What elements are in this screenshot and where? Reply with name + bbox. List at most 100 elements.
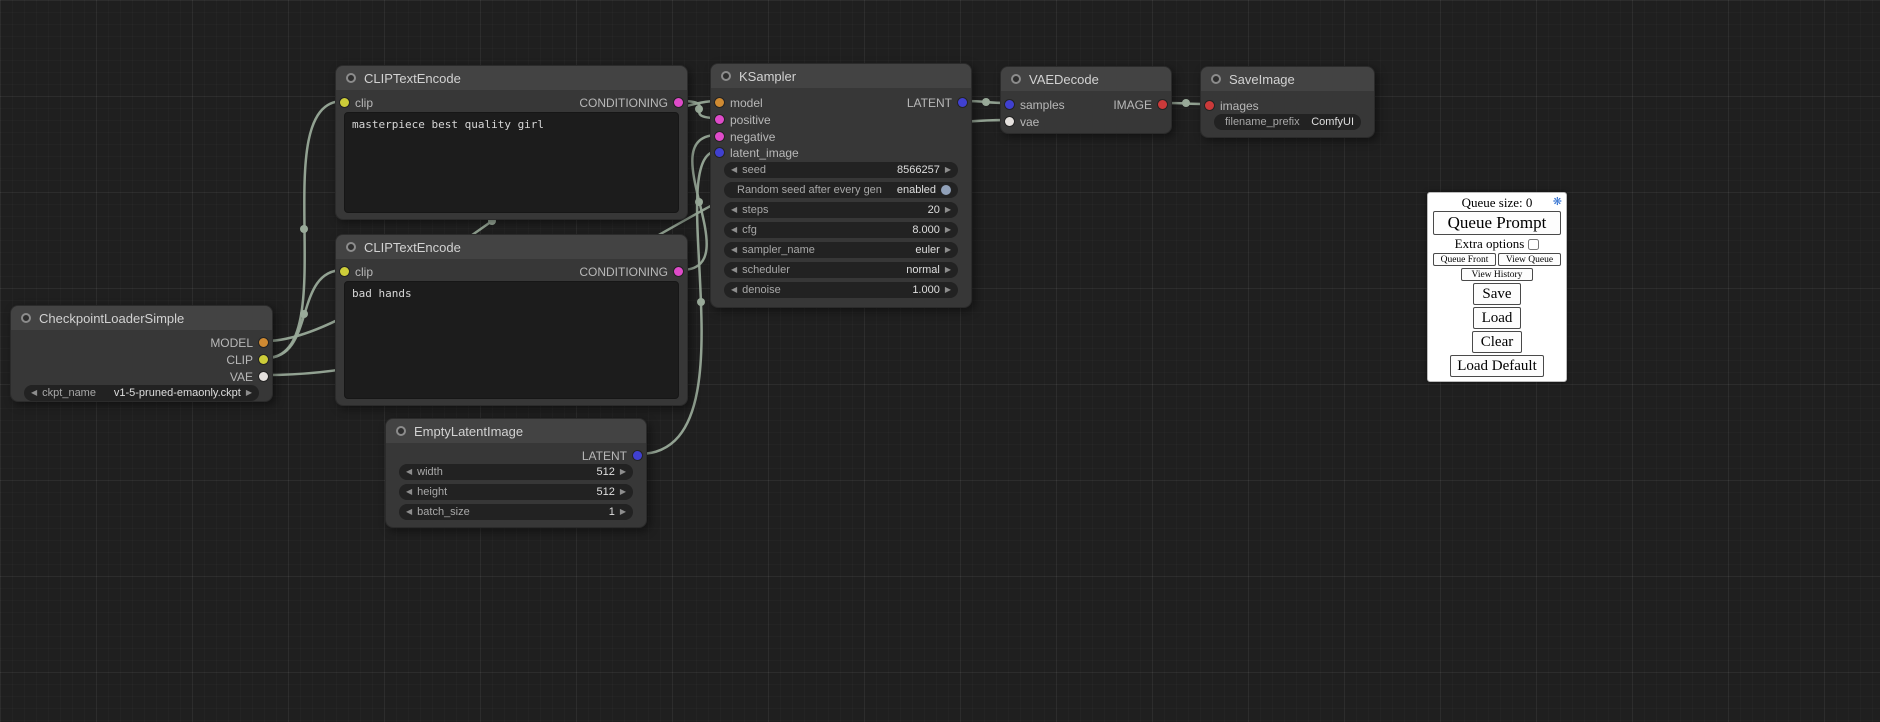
input-model[interactable]: model [715, 94, 763, 111]
denoise-widget[interactable]: ◀ denoise 1.000 ▶ [724, 282, 958, 298]
input-samples[interactable]: samples [1005, 96, 1065, 113]
increment-arrow-icon[interactable]: ▶ [945, 246, 951, 254]
cfg-widget[interactable]: ◀ cfg 8.000 ▶ [724, 222, 958, 238]
decrement-arrow-icon[interactable]: ◀ [731, 226, 737, 234]
steps-widget[interactable]: ◀ steps 20 ▶ [724, 202, 958, 218]
decrement-arrow-icon[interactable]: ◀ [731, 166, 737, 174]
prompt-textarea[interactable]: bad hands [344, 281, 679, 399]
conditioning-port-dot[interactable] [674, 267, 683, 276]
image-port-dot[interactable] [1205, 101, 1214, 110]
input-clip[interactable]: clip [340, 263, 373, 280]
node-checkpointloadersimple[interactable]: CheckpointLoaderSimple MODEL CLIP VAE ◀ … [10, 305, 273, 402]
decrement-arrow-icon[interactable]: ◀ [731, 266, 737, 274]
conditioning-port-dot[interactable] [674, 98, 683, 107]
conditioning-port-dot[interactable] [715, 132, 724, 141]
decrement-arrow-icon[interactable]: ◀ [731, 286, 737, 294]
node-cliptextencode-positive[interactable]: CLIPTextEncode clip CONDITIONING masterp… [335, 65, 688, 220]
filename-prefix-widget[interactable]: filename_prefix ComfyUI [1214, 114, 1361, 130]
view-queue-button[interactable]: View Queue [1498, 253, 1561, 266]
node-title-bar[interactable]: CheckpointLoaderSimple [11, 306, 272, 330]
increment-arrow-icon[interactable]: ▶ [945, 166, 951, 174]
latent-port-dot[interactable] [633, 451, 642, 460]
node-emptylatentimage[interactable]: EmptyLatentImage LATENT ◀ width 512 ▶ ◀ … [385, 418, 647, 528]
decrement-arrow-icon[interactable]: ◀ [731, 206, 737, 214]
model-port-dot[interactable] [259, 338, 268, 347]
node-title-bar[interactable]: CLIPTextEncode [336, 235, 687, 259]
latent-port-dot[interactable] [1005, 100, 1014, 109]
queue-prompt-button[interactable]: Queue Prompt [1433, 211, 1561, 235]
node-title-bar[interactable]: VAEDecode [1001, 67, 1171, 91]
image-port-dot[interactable] [1158, 100, 1167, 109]
batch-size-widget[interactable]: ◀ batch_size 1 ▶ [399, 504, 633, 520]
model-port-dot[interactable] [715, 98, 724, 107]
increment-arrow-icon[interactable]: ▶ [945, 266, 951, 274]
node-title-bar[interactable]: KSampler [711, 64, 971, 88]
collapse-icon[interactable] [1211, 74, 1221, 84]
collapse-icon[interactable] [721, 71, 731, 81]
scheduler-widget[interactable]: ◀ scheduler normal ▶ [724, 262, 958, 278]
output-clip[interactable]: CLIP [226, 351, 268, 368]
vae-port-dot[interactable] [1005, 117, 1014, 126]
clip-port-dot[interactable] [340, 267, 349, 276]
extra-options-checkbox[interactable] [1528, 239, 1539, 250]
output-conditioning[interactable]: CONDITIONING [579, 94, 683, 111]
input-vae[interactable]: vae [1005, 113, 1039, 130]
node-vaedecode[interactable]: VAEDecode samples vae IMAGE [1000, 66, 1172, 134]
increment-arrow-icon[interactable]: ▶ [620, 508, 626, 516]
input-positive[interactable]: positive [715, 111, 771, 128]
output-conditioning[interactable]: CONDITIONING [579, 263, 683, 280]
node-saveimage[interactable]: SaveImage images filename_prefix ComfyUI [1200, 66, 1375, 138]
decrement-arrow-icon[interactable]: ◀ [731, 246, 737, 254]
decrement-arrow-icon[interactable]: ◀ [406, 488, 412, 496]
increment-arrow-icon[interactable]: ▶ [620, 488, 626, 496]
load-button[interactable]: Load [1473, 307, 1522, 329]
output-latent[interactable]: LATENT [582, 447, 642, 464]
input-latent-image[interactable]: latent_image [715, 144, 799, 161]
node-title-bar[interactable]: SaveImage [1201, 67, 1374, 91]
collapse-icon[interactable] [1011, 74, 1021, 84]
ckpt-name-widget[interactable]: ◀ ckpt_name v1-5-pruned-emaonly.ckpt ▶ [24, 385, 259, 401]
increment-arrow-icon[interactable]: ▶ [246, 389, 252, 397]
input-images[interactable]: images [1205, 97, 1259, 114]
queue-front-button[interactable]: Queue Front [1433, 253, 1496, 266]
settings-icon[interactable]: ❋ [1553, 195, 1562, 210]
prompt-textarea[interactable]: masterpiece best quality girl [344, 112, 679, 213]
clear-button[interactable]: Clear [1472, 331, 1522, 353]
sampler-name-widget[interactable]: ◀ sampler_name euler ▶ [724, 242, 958, 258]
clip-port-dot[interactable] [259, 355, 268, 364]
vae-port-dot[interactable] [259, 372, 268, 381]
latent-port-dot[interactable] [958, 98, 967, 107]
node-title-bar[interactable]: EmptyLatentImage [386, 419, 646, 443]
toggle-dot-icon[interactable] [941, 185, 951, 195]
collapse-icon[interactable] [396, 426, 406, 436]
clip-port-dot[interactable] [340, 98, 349, 107]
load-default-button[interactable]: Load Default [1450, 355, 1544, 377]
node-title-bar[interactable]: CLIPTextEncode [336, 66, 687, 90]
decrement-arrow-icon[interactable]: ◀ [31, 389, 37, 397]
conditioning-port-dot[interactable] [715, 115, 724, 124]
output-model[interactable]: MODEL [210, 334, 268, 351]
view-history-button[interactable]: View History [1461, 268, 1533, 281]
decrement-arrow-icon[interactable]: ◀ [406, 508, 412, 516]
output-latent[interactable]: LATENT [907, 94, 967, 111]
output-vae[interactable]: VAE [230, 368, 268, 385]
node-cliptextencode-negative[interactable]: CLIPTextEncode clip CONDITIONING bad han… [335, 234, 688, 406]
height-widget[interactable]: ◀ height 512 ▶ [399, 484, 633, 500]
increment-arrow-icon[interactable]: ▶ [945, 286, 951, 294]
increment-arrow-icon[interactable]: ▶ [945, 226, 951, 234]
random-seed-toggle[interactable]: Random seed after every gen enabled [724, 182, 958, 198]
decrement-arrow-icon[interactable]: ◀ [406, 468, 412, 476]
collapse-icon[interactable] [346, 73, 356, 83]
increment-arrow-icon[interactable]: ▶ [945, 206, 951, 214]
save-button[interactable]: Save [1473, 283, 1520, 305]
width-widget[interactable]: ◀ width 512 ▶ [399, 464, 633, 480]
collapse-icon[interactable] [21, 313, 31, 323]
increment-arrow-icon[interactable]: ▶ [620, 468, 626, 476]
output-image[interactable]: IMAGE [1113, 96, 1167, 113]
latent-port-dot[interactable] [715, 148, 724, 157]
seed-widget[interactable]: ◀ seed 8566257 ▶ [724, 162, 958, 178]
collapse-icon[interactable] [346, 242, 356, 252]
input-clip[interactable]: clip [340, 94, 373, 111]
node-ksampler[interactable]: KSampler model positive negative latent_… [710, 63, 972, 308]
input-negative[interactable]: negative [715, 128, 775, 145]
